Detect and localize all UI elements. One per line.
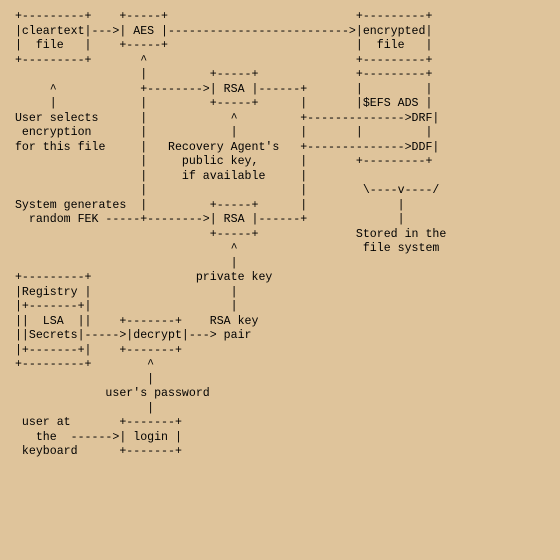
- efs-encryption-diagram: +---------+ +-----+ +---------+ |clearte…: [0, 0, 560, 470]
